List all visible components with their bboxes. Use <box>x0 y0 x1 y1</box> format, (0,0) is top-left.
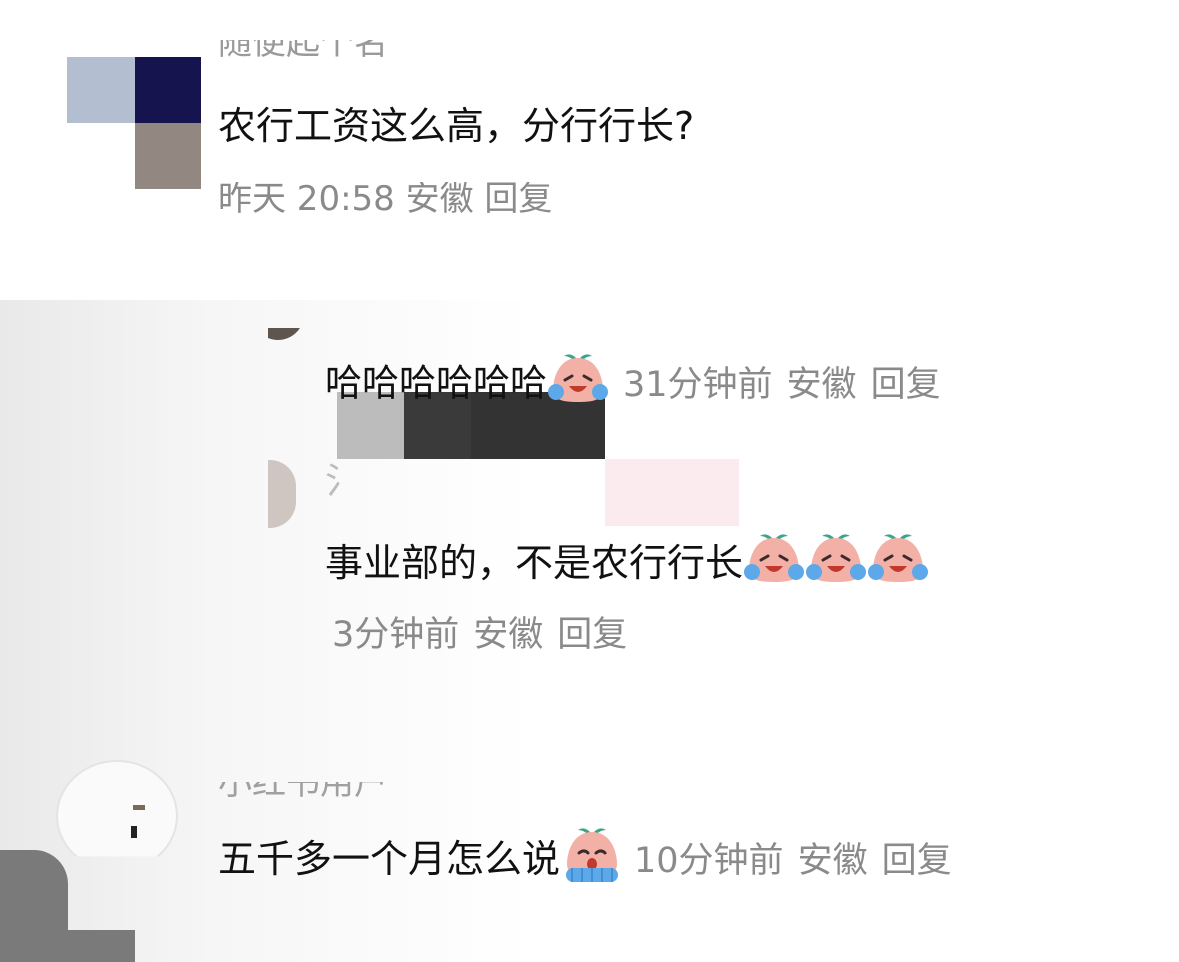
crying-icon <box>560 826 624 897</box>
comment-username[interactable]: 随便起个名 <box>218 40 518 70</box>
reply-time: 31分钟前 <box>623 364 773 405</box>
avatar-mark <box>133 805 145 810</box>
comment-username-text: 随便起个名 <box>218 40 388 63</box>
comment-line: 五千多一个月怎么说 10分钟前 安徽 回复 <box>218 826 952 897</box>
reply-body: 事业部的，不是农行行长 <box>325 541 744 585</box>
reply-button[interactable]: 回复 <box>882 841 952 881</box>
pixel-block <box>0 850 68 962</box>
comment-meta: 昨天 20:58 安徽 回复 <box>218 182 608 216</box>
avatar-pixel-block[interactable] <box>135 123 201 189</box>
comment-location: 安徽 <box>797 841 868 881</box>
crying-laughing-icon <box>805 532 867 599</box>
reply-body: 哈哈哈哈哈哈 <box>325 361 547 405</box>
pixel-block <box>68 930 135 962</box>
avatar-pixel-block[interactable] <box>135 57 201 123</box>
comment-username-text: 小红书用户 <box>218 782 388 800</box>
comment-body: 五千多一个月怎么说 <box>218 837 561 881</box>
avatar[interactable] <box>56 760 178 857</box>
comment-body: 农行工资这么高，分行行长? <box>218 104 695 148</box>
reply-location: 安徽 <box>473 615 544 655</box>
reply-line: 哈哈哈哈哈哈 31分钟前 安徽 回复 <box>325 352 941 418</box>
crying-laughing-icon <box>867 532 929 599</box>
username-pixel-block <box>605 459 739 526</box>
reply-username[interactable]: 氵 <box>325 460 343 504</box>
comment-time: 10分钟前 <box>634 841 784 881</box>
reply-meta: 3分钟前 安徽 回复 <box>332 612 627 658</box>
reply-button[interactable]: 回复 <box>557 615 627 655</box>
reply-username-text: 氵 <box>325 461 343 502</box>
avatar-mark <box>131 826 137 838</box>
reply-location: 安徽 <box>786 364 857 405</box>
comment-meta-text: 昨天 20:58 安徽 回复 <box>218 182 553 216</box>
comment-username[interactable]: 小红书用户 <box>218 782 578 800</box>
avatar-pixel-block[interactable] <box>67 57 135 123</box>
reply-time: 3分钟前 <box>332 615 460 655</box>
crying-laughing-icon <box>547 352 609 418</box>
reply-line: 事业部的，不是农行行长 <box>325 532 929 599</box>
crying-laughing-icon <box>743 532 805 599</box>
reply-button[interactable]: 回复 <box>871 365 941 405</box>
